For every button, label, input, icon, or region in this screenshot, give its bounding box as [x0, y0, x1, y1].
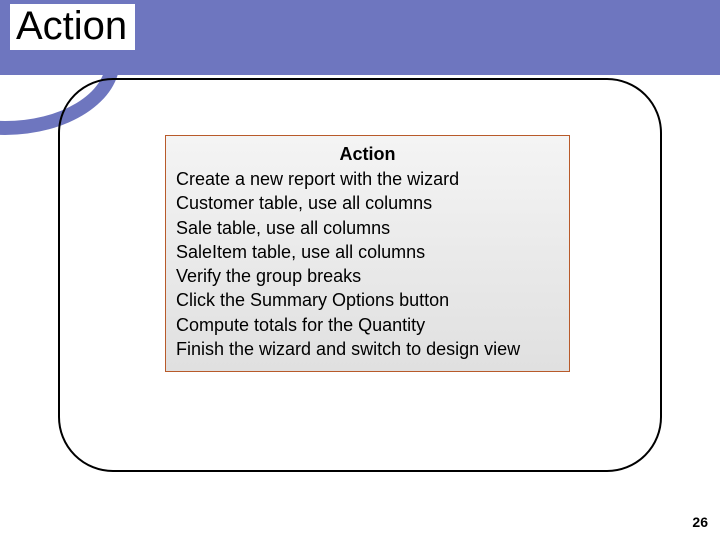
- action-line: Click the Summary Options button: [176, 288, 559, 312]
- action-box-heading: Action: [176, 144, 559, 165]
- action-line: SaleItem table, use all columns: [176, 240, 559, 264]
- action-line: Customer table, use all columns: [176, 191, 559, 215]
- slide-title: Action: [10, 4, 135, 50]
- page-number: 26: [692, 514, 708, 530]
- action-line: Sale table, use all columns: [176, 216, 559, 240]
- action-line: Compute totals for the Quantity: [176, 313, 559, 337]
- action-line: Finish the wizard and switch to design v…: [176, 337, 559, 361]
- action-line: Verify the group breaks: [176, 264, 559, 288]
- action-box: Action Create a new report with the wiza…: [165, 135, 570, 372]
- action-line: Create a new report with the wizard: [176, 167, 559, 191]
